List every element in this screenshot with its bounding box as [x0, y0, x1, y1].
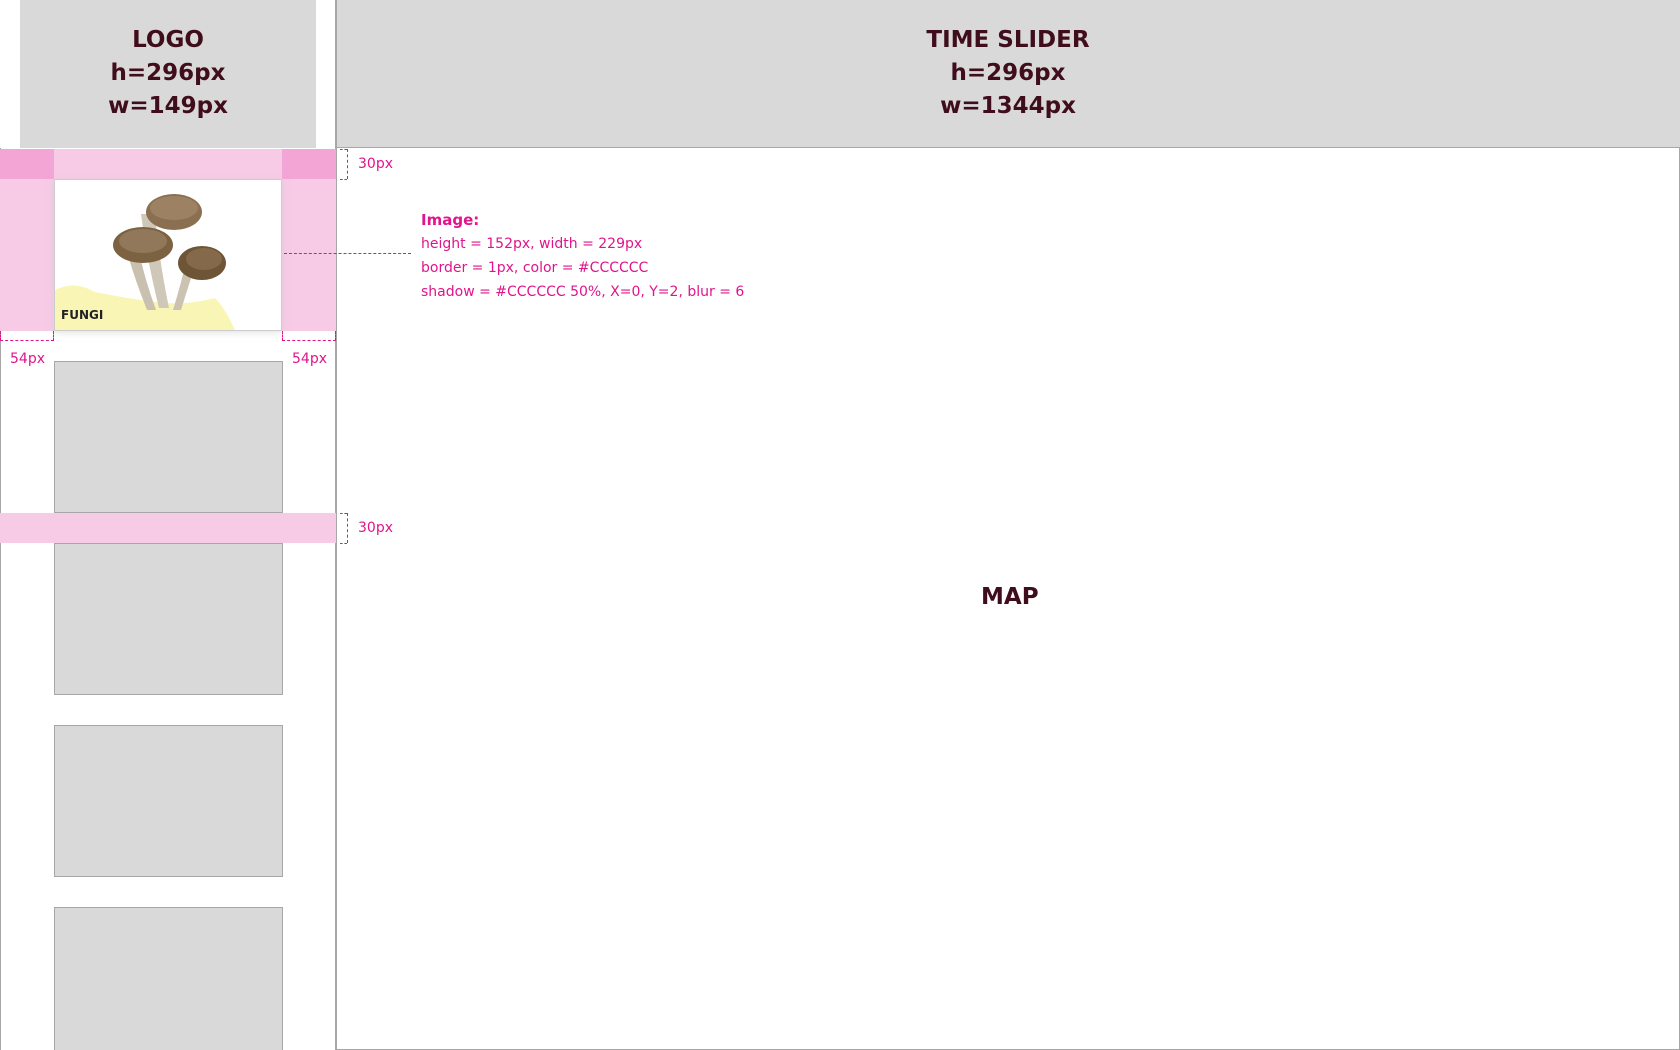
category-card-fungi[interactable]: FUNGI — [54, 179, 282, 331]
top-padding-bracket — [347, 149, 348, 179]
row-gap-bracket — [347, 513, 348, 543]
time-slider-label: TIME SLIDER h=296px w=1344px — [336, 0, 1680, 123]
logo-panel-label: LOGO h=296px w=149px — [20, 0, 316, 123]
time-slider-height: h=296px — [950, 60, 1066, 86]
category-card-placeholder[interactable] — [54, 543, 283, 695]
time-slider-title: TIME SLIDER — [926, 27, 1090, 53]
logo-height: h=296px — [110, 60, 226, 86]
image-spec-leader — [284, 253, 411, 254]
category-card-placeholder[interactable] — [54, 725, 283, 877]
image-spec-note: Image: height = 152px, width = 229px bor… — [421, 208, 744, 304]
right-margin-label: 54px — [292, 351, 327, 367]
row-gap-band — [0, 513, 336, 543]
logo-width: w=149px — [108, 93, 228, 119]
image-spec-title: Image: — [421, 211, 480, 229]
top-padding-label: 30px — [358, 156, 393, 172]
top-padding-tick-bottom — [340, 179, 347, 180]
category-card-placeholder[interactable] — [54, 361, 283, 513]
top-padding-tick-top — [340, 149, 347, 150]
right-margin-band — [282, 179, 336, 331]
left-margin-tick-end — [53, 331, 54, 341]
row-gap-tick-bottom — [340, 543, 347, 544]
left-margin-line — [0, 340, 54, 341]
image-spec-size: height = 152px, width = 229px — [421, 236, 643, 252]
time-slider-width: w=1344px — [940, 93, 1076, 119]
fungi-label: FUNGI — [61, 308, 104, 322]
time-slider-panel[interactable]: TIME SLIDER h=296px w=1344px — [336, 0, 1680, 148]
logo-title: LOGO — [132, 27, 204, 53]
category-card-placeholder[interactable] — [54, 907, 283, 1050]
corner-padding-left — [0, 149, 54, 179]
image-spec-border: border = 1px, color = #CCCCCC — [421, 260, 649, 276]
image-spec-shadow: shadow = #CCCCCC 50%, X=0, Y=2, blur = 6 — [421, 284, 745, 300]
row-gap-tick-top — [340, 513, 347, 514]
top-padding-band — [54, 149, 282, 179]
right-margin-tick-end — [335, 331, 336, 341]
logo-panel: LOGO h=296px w=149px — [20, 0, 316, 148]
corner-padding-right — [282, 149, 336, 179]
left-margin-label: 54px — [10, 351, 45, 367]
row-gap-label: 30px — [358, 520, 393, 536]
right-margin-line — [282, 340, 336, 341]
map-label: MAP — [981, 584, 1039, 610]
left-margin-band — [0, 179, 54, 331]
